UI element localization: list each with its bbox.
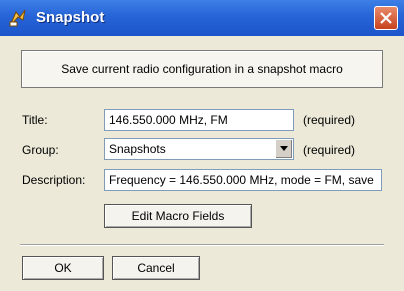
group-select-value: Snapshots xyxy=(109,142,166,156)
cancel-button[interactable]: Cancel xyxy=(112,256,200,280)
group-label: Group: xyxy=(22,143,59,157)
close-icon xyxy=(380,12,392,24)
dialog-body: Save current radio configuration in a sn… xyxy=(0,36,404,291)
close-button[interactable] xyxy=(374,6,398,30)
edit-macro-fields-button-label: Edit Macro Fields xyxy=(131,209,225,223)
cancel-button-label: Cancel xyxy=(137,261,175,275)
ok-button[interactable]: OK xyxy=(22,256,104,280)
title-bar: Snapshot xyxy=(0,0,404,36)
title-input[interactable] xyxy=(104,109,294,131)
description-input[interactable] xyxy=(104,169,382,191)
edit-macro-fields-button[interactable]: Edit Macro Fields xyxy=(104,204,252,228)
save-snapshot-button-label: Save current radio configuration in a sn… xyxy=(61,62,343,76)
ok-button-label: OK xyxy=(54,261,72,275)
chevron-down-icon xyxy=(280,146,288,151)
window-title: Snapshot xyxy=(36,9,105,26)
dropdown-arrow-button[interactable] xyxy=(275,140,292,158)
description-label: Description: xyxy=(22,173,86,187)
save-snapshot-button[interactable]: Save current radio configuration in a sn… xyxy=(21,50,383,88)
snapshot-app-icon xyxy=(8,8,28,28)
group-required-note: (required) xyxy=(303,143,356,157)
divider xyxy=(20,244,384,246)
group-select[interactable]: Snapshots xyxy=(104,138,294,160)
title-label: Title: xyxy=(22,113,48,127)
title-required-note: (required) xyxy=(303,113,356,127)
